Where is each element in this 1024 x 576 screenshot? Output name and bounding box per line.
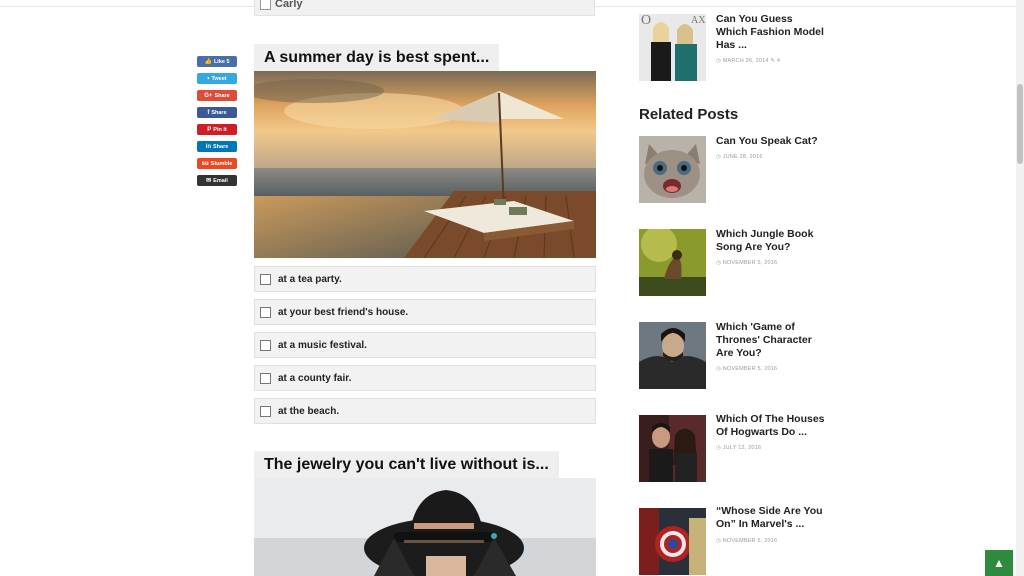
related-posts-heading: Related Posts <box>639 106 739 123</box>
email-button[interactable]: ✉ Email <box>197 175 237 186</box>
answer-option[interactable]: at a tea party. <box>254 266 596 292</box>
facebook-share-button[interactable]: f Share <box>197 107 237 118</box>
pinterest-icon: P <box>207 126 212 133</box>
tweet-button[interactable]: • Tweet <box>197 73 237 84</box>
answer-label: at a tea party. <box>278 273 342 285</box>
clock-icon: ◷ <box>716 366 723 372</box>
answer-label: at a county fair. <box>278 372 352 384</box>
question-title: A summer day is best spent... <box>254 44 500 71</box>
answer-option[interactable]: at your best friend's house. <box>254 299 596 325</box>
clock-icon: ◷ <box>716 445 723 451</box>
post-date: ◷ JULY 12, 2016 <box>716 445 762 451</box>
post-date: ◷ JUNE 28, 2016 <box>716 154 763 160</box>
post-title-link[interactable]: “Whose Side Are You On” In Marvel's ... <box>716 505 826 531</box>
post-thumbnail[interactable] <box>639 508 706 575</box>
back-to-top-button[interactable]: ▲ <box>985 550 1013 576</box>
linkedin-icon: in <box>205 143 212 150</box>
post-thumbnail[interactable] <box>639 229 706 296</box>
facebook-icon: f <box>207 109 210 116</box>
post-date: ◷ NOVEMBER 5, 2016 <box>716 366 778 372</box>
previous-answer[interactable]: Carly <box>254 0 595 16</box>
twitter-icon: • <box>207 75 210 82</box>
checkbox[interactable] <box>260 0 271 10</box>
clock-icon: ◷ <box>716 538 723 544</box>
svg-text:O: O <box>641 14 651 28</box>
checkbox[interactable] <box>260 405 271 417</box>
pinterest-button[interactable]: P Pin it <box>197 124 237 135</box>
post-title-link[interactable]: Which 'Game of Thrones' Character Are Yo… <box>716 321 826 360</box>
stumble-button[interactable]: su Stumble <box>197 158 237 169</box>
post-thumbnail[interactable] <box>639 415 706 482</box>
stumbleupon-icon: su <box>201 160 209 167</box>
checkbox[interactable] <box>260 339 271 351</box>
thumbs-up-icon: 👍 <box>204 59 212 65</box>
answer-option[interactable]: at the beach. <box>254 398 596 424</box>
email-icon: ✉ <box>206 178 212 184</box>
google-plus-share-button[interactable]: G+ Share <box>197 90 237 101</box>
post-date: ◷ NOVEMBER 5, 2016 <box>716 260 778 266</box>
answer-label: at a music festival. <box>278 339 367 351</box>
answer-option[interactable]: at a music festival. <box>254 332 596 358</box>
checkbox[interactable] <box>260 273 271 285</box>
checkbox[interactable] <box>260 306 271 318</box>
linkedin-share-button[interactable]: in Share <box>197 141 237 152</box>
clock-icon: ◷ <box>716 260 723 266</box>
answer-label: at your best friend's house. <box>278 306 409 318</box>
answer-label: at the beach. <box>278 405 340 417</box>
checkbox[interactable] <box>260 372 271 384</box>
beach-image <box>254 71 596 258</box>
answer-option[interactable]: at a county fair. <box>254 365 596 391</box>
clock-icon: ◷ <box>716 58 723 64</box>
post-thumbnail[interactable] <box>639 136 706 203</box>
post-title-link[interactable]: Can You Guess Which Fashion Model Has ..… <box>716 13 826 52</box>
facebook-like-button[interactable]: 👍 Like 5 <box>197 56 237 67</box>
question-title: The jewelry you can't live without is... <box>254 451 559 478</box>
scrollbar-thumb[interactable] <box>1017 84 1023 164</box>
clock-icon: ◷ <box>716 154 723 160</box>
post-thumbnail[interactable] <box>639 322 706 389</box>
post-date: ◷ NOVEMBER 5, 2016 <box>716 538 778 544</box>
post-meta: ◷ MARCH 26, 2014 ✎ 4 <box>716 58 781 64</box>
post-title-link[interactable]: Can You Speak Cat? <box>716 135 826 148</box>
post-title-link[interactable]: Which Of The Houses Of Hogwarts Do ... <box>716 413 826 439</box>
post-thumbnail[interactable]: O AX <box>639 14 706 81</box>
chevron-up-icon: ▲ <box>993 556 1005 570</box>
post-title-link[interactable]: Which Jungle Book Song Are You? <box>716 228 826 254</box>
jewelry-image <box>254 478 596 576</box>
svg-text:AX: AX <box>691 15 706 26</box>
google-plus-icon: G+ <box>204 92 213 99</box>
previous-answer-label: Carly <box>275 0 303 10</box>
